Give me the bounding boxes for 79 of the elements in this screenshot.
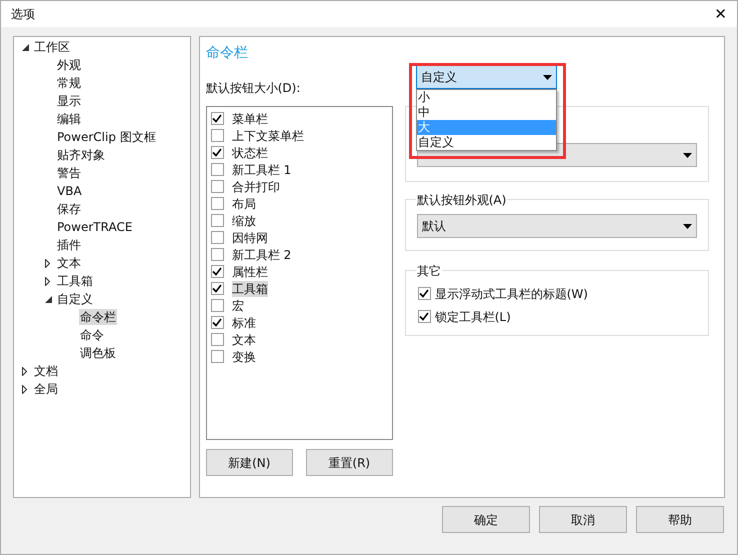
tree-item[interactable]: VBA	[56, 183, 83, 199]
list-item[interactable]: 菜单栏	[232, 110, 268, 126]
checkbox[interactable]	[210, 214, 224, 227]
group-label: 其它	[416, 262, 442, 280]
appearance-combo[interactable]: 默认	[416, 214, 697, 238]
collapsed-triangle-icon[interactable]	[45, 276, 50, 286]
list-item[interactable]: 上下文菜单栏	[232, 128, 304, 144]
tree-item[interactable]: 外观	[56, 57, 82, 73]
checkbox[interactable]	[210, 299, 224, 312]
tree-item[interactable]: PowerTRACE	[56, 219, 134, 235]
checkbox[interactable]	[210, 350, 224, 363]
checkbox[interactable]	[210, 248, 224, 261]
list-item[interactable]: 缩放	[232, 212, 256, 228]
checkbox[interactable]	[210, 197, 224, 210]
collapsed-triangle-icon[interactable]	[22, 366, 27, 376]
checkbox[interactable]	[210, 180, 224, 193]
page-title: 命令栏	[206, 44, 249, 63]
checkbox[interactable]	[210, 163, 224, 176]
dialog-button[interactable]: 取消	[539, 506, 627, 533]
list-item[interactable]: 属性栏	[232, 264, 268, 280]
dropdown-option[interactable]: 自定义	[416, 135, 556, 150]
group-label: 默认按钮外观(A)	[416, 191, 508, 209]
checkbox[interactable]	[210, 231, 224, 244]
tree-item[interactable]: PowerClip 图文框	[56, 129, 157, 145]
list-item[interactable]: 标准	[232, 314, 256, 330]
checkbox-label[interactable]: 锁定工具栏(L)	[434, 308, 511, 326]
list-item[interactable]: 合并打印	[232, 178, 280, 194]
checkbox[interactable]	[210, 146, 224, 159]
checkbox[interactable]	[210, 282, 224, 295]
list-item[interactable]: 因特网	[232, 230, 268, 246]
tree-item[interactable]: 插件	[56, 237, 82, 253]
tree-item[interactable]: 文档	[33, 363, 59, 379]
tree-item[interactable]: 调色板	[79, 345, 117, 361]
tree-item[interactable]: 自定义	[56, 291, 94, 307]
checkbox[interactable]	[418, 310, 431, 323]
dropdown-caret-icon	[682, 152, 692, 158]
dropdown-caret-icon	[682, 224, 692, 228]
tree-item[interactable]: 显示	[56, 93, 82, 109]
tree-item[interactable]: 命令	[79, 327, 105, 343]
tree-item[interactable]: 编辑	[56, 111, 82, 127]
checkbox[interactable]	[210, 316, 224, 329]
tree-item[interactable]: 全局	[33, 381, 59, 397]
close-button[interactable]: ✕	[714, 6, 727, 22]
dropdown-caret-icon	[542, 74, 552, 80]
tree-item[interactable]: 工作区	[33, 39, 71, 55]
list-item[interactable]: 工具箱	[232, 280, 268, 296]
tree-item[interactable]: 工具箱	[56, 273, 94, 289]
list-item[interactable]: 新工具栏 1	[232, 162, 292, 178]
checkbox-label[interactable]: 显示浮动式工具栏的标题(W)	[434, 284, 588, 302]
list-item[interactable]: 文本	[232, 332, 256, 348]
tree-item[interactable]: 文本	[56, 255, 82, 271]
window-title: 选项	[11, 6, 35, 23]
list-button[interactable]: 重置(R)	[306, 449, 393, 476]
checkbox[interactable]	[210, 333, 224, 346]
tree-item[interactable]: 警告	[56, 165, 82, 181]
size-dropdown[interactable]: 自定义	[416, 65, 557, 89]
collapsed-triangle-icon[interactable]	[45, 258, 50, 268]
list-button[interactable]: 新建(N)	[206, 449, 293, 476]
checkbox[interactable]	[210, 265, 224, 278]
dropdown-option[interactable]: 小	[416, 90, 556, 105]
tree-item[interactable]: 保存	[56, 201, 82, 217]
dialog-button[interactable]: 帮助	[636, 506, 724, 533]
checkbox[interactable]	[210, 129, 224, 142]
expanded-triangle-icon[interactable]	[45, 296, 52, 302]
dialog-button[interactable]: 确定	[442, 506, 530, 533]
list-item[interactable]: 状态栏	[232, 144, 268, 160]
tree-item[interactable]: 常规	[56, 75, 82, 91]
dropdown-option[interactable]: 中	[416, 105, 556, 120]
checkbox[interactable]	[418, 287, 431, 300]
field-label: 默认按钮大小(D):	[206, 80, 302, 97]
list-item[interactable]: 布局	[232, 196, 256, 212]
collapsed-triangle-icon[interactable]	[22, 384, 27, 394]
list-item[interactable]: 变换	[232, 348, 256, 364]
list-item[interactable]: 新工具栏 2	[232, 246, 292, 262]
checkbox[interactable]	[210, 112, 224, 125]
tree-item[interactable]: 命令栏	[79, 309, 117, 325]
tree-item[interactable]: 贴齐对象	[56, 147, 106, 163]
expanded-triangle-icon[interactable]	[22, 44, 29, 50]
list-item[interactable]: 宏	[232, 298, 244, 314]
